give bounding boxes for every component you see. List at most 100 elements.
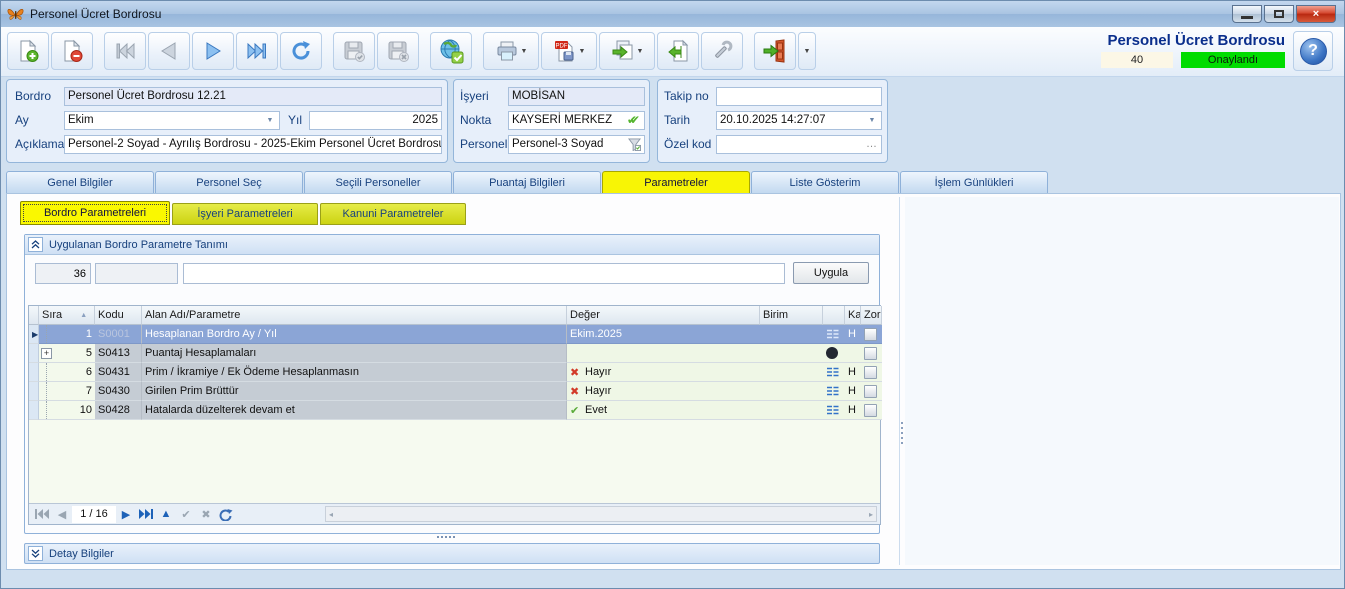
scroll-right-icon[interactable]: ▸ — [869, 510, 873, 519]
print-menu-caret-icon: ▼ — [521, 48, 528, 55]
scroll-left-icon[interactable]: ◂ — [329, 510, 333, 519]
zorunlu-checkbox[interactable] — [864, 385, 877, 398]
delete-record-button[interactable] — [51, 32, 93, 70]
tab-personel-sec[interactable]: Personel Seç — [155, 171, 303, 193]
grid-refresh-button[interactable] — [216, 506, 236, 523]
zorunlu-checkbox[interactable] — [864, 328, 877, 341]
takip-group: Takip no Tarih 20.10.2025 14:27:07 ▼ Öze… — [657, 79, 888, 163]
exit-button[interactable] — [754, 32, 796, 70]
takip-no-field[interactable] — [716, 87, 882, 106]
save-icon — [342, 39, 366, 63]
refresh-button[interactable] — [280, 32, 322, 70]
printer-icon — [495, 39, 519, 63]
apply-button[interactable]: Uygula — [793, 262, 869, 284]
table-row[interactable]: +5 S0413 Puantaj Hesaplamaları — [29, 344, 880, 363]
grid-header-indicator — [29, 306, 39, 325]
zorunlu-checkbox[interactable] — [864, 347, 877, 360]
tab-liste-gosterim[interactable]: Liste Gösterim — [751, 171, 899, 193]
next-record-button[interactable] — [192, 32, 234, 70]
vertical-splitter[interactable] — [899, 197, 904, 565]
parameter-name-field[interactable] — [183, 263, 785, 284]
table-row[interactable]: 7 S0430 Girilen Prim Brüttür ✖Hayır H — [29, 382, 880, 401]
yil-label: Yıl — [288, 113, 302, 127]
column-header-zor[interactable]: Zor — [861, 306, 882, 325]
parameter-id-field[interactable] — [35, 263, 91, 284]
panel-header: Uygulanan Bordro Parametre Tanımı — [25, 235, 879, 255]
tools-button[interactable] — [701, 32, 743, 70]
expand-detay-button[interactable] — [28, 546, 43, 561]
right-pane — [905, 197, 1339, 565]
tarih-picker[interactable]: 20.10.2025 14:27:07 ▼ — [716, 111, 882, 130]
grid-cancel-button[interactable]: ✖ — [196, 506, 216, 523]
zorunlu-checkbox[interactable] — [864, 404, 877, 417]
nav-next-icon — [201, 39, 225, 63]
nokta-field[interactable]: KAYSERİ MERKEZ ✔✔ — [508, 111, 645, 130]
funnel-check-icon[interactable] — [628, 138, 641, 151]
exit-menu-button[interactable]: ▼ — [798, 32, 816, 70]
grid-accept-button[interactable]: ✔ — [176, 506, 196, 523]
table-row[interactable]: 6 S0431 Prim / İkramiye / Ek Ödeme Hesap… — [29, 363, 880, 382]
column-header-birim[interactable]: Birim — [760, 306, 823, 325]
save-cancel-button[interactable] — [377, 32, 419, 70]
content-area: Bordro Parametreleri İşyeri Parametreler… — [6, 193, 1341, 570]
print-button[interactable]: ▼ — [483, 32, 539, 70]
horizontal-splitter[interactable] — [437, 536, 455, 538]
panel-title: Uygulanan Bordro Parametre Tanımı — [49, 239, 228, 251]
help-icon: ? — [1300, 38, 1327, 65]
grid-first-button[interactable] — [32, 506, 52, 523]
import-button[interactable] — [657, 32, 699, 70]
aciklama-label: Açıklama — [15, 137, 64, 151]
new-record-button[interactable] — [7, 32, 49, 70]
expand-plus-icon[interactable]: + — [41, 348, 52, 359]
personel-field[interactable]: Personel-3 Soyad — [508, 135, 645, 154]
column-header-icon[interactable] — [823, 306, 845, 325]
parameter-code-field[interactable] — [95, 263, 178, 284]
subtab-isyeri-parametreleri[interactable]: İşyeri Parametreleri — [172, 203, 318, 225]
check-icon: ✔ — [570, 404, 583, 417]
tab-genel-bilgiler[interactable]: Genel Bilgiler — [6, 171, 154, 193]
subtab-kanuni-parametreler[interactable]: Kanuni Parametreler — [320, 203, 466, 225]
list-value-icon — [826, 404, 840, 416]
minimize-button[interactable] — [1232, 5, 1262, 23]
tab-puantaj-bilgileri[interactable]: Puantaj Bilgileri — [453, 171, 601, 193]
last-record-button[interactable] — [236, 32, 278, 70]
save-button[interactable] — [333, 32, 375, 70]
chevron-down-icon: ▼ — [264, 112, 276, 129]
grid-prev-button[interactable]: ◀ — [52, 506, 72, 523]
column-header-sira[interactable]: Sıra ▲ — [39, 306, 95, 325]
aciklama-field[interactable]: Personel-2 Soyad - Ayrılış Bordrosu - 20… — [64, 135, 442, 154]
table-row[interactable]: ▶ 1 S0001 Hesaplanan Bordro Ay / Yıl Eki… — [29, 325, 880, 344]
column-header-ka[interactable]: Ka — [845, 306, 861, 325]
collapse-panel-button[interactable] — [28, 237, 43, 252]
yil-field[interactable]: 2025 — [309, 111, 442, 130]
column-header-alan[interactable]: Alan Adı/Parametre — [142, 306, 567, 325]
grid-next-button[interactable]: ▶ — [116, 506, 136, 523]
maximize-button[interactable] — [1264, 5, 1294, 23]
help-button[interactable]: ? — [1293, 31, 1333, 71]
butterfly-app-icon — [7, 7, 24, 22]
column-header-kodu[interactable]: Kodu — [95, 306, 142, 325]
list-value-icon — [826, 366, 840, 378]
grid-collapse-button[interactable]: ▲ — [156, 506, 176, 523]
grid-last-button[interactable] — [136, 506, 156, 523]
tab-secili-personeller[interactable]: Seçili Personeller — [304, 171, 452, 193]
ay-select[interactable]: Ekim ▼ — [64, 111, 280, 130]
exit-menu-caret-icon: ▼ — [804, 48, 811, 55]
close-button[interactable]: × — [1296, 5, 1336, 23]
previous-record-button[interactable] — [148, 32, 190, 70]
column-header-deger[interactable]: Değer — [567, 306, 760, 325]
tree-guide — [46, 401, 47, 419]
first-record-button[interactable] — [104, 32, 146, 70]
pdf-export-button[interactable]: PDF ▼ — [541, 32, 597, 70]
copy-transfer-button[interactable]: ▼ — [599, 32, 655, 70]
tab-parametreler[interactable]: Parametreler — [602, 171, 750, 193]
approve-button[interactable] — [430, 32, 472, 70]
horizontal-scrollbar[interactable]: ◂ ▸ — [325, 506, 877, 522]
tab-islem-gunlukleri[interactable]: İşlem Günlükleri — [900, 171, 1048, 193]
ozel-kod-field[interactable]: … — [716, 135, 882, 154]
table-row[interactable]: 10 S0428 Hatalarda düzelterek devam et ✔… — [29, 401, 880, 420]
copy-menu-caret-icon: ▼ — [637, 48, 644, 55]
zorunlu-checkbox[interactable] — [864, 366, 877, 379]
subtab-bordro-parametreleri[interactable]: Bordro Parametreleri — [20, 201, 170, 225]
refresh-icon — [289, 39, 313, 63]
